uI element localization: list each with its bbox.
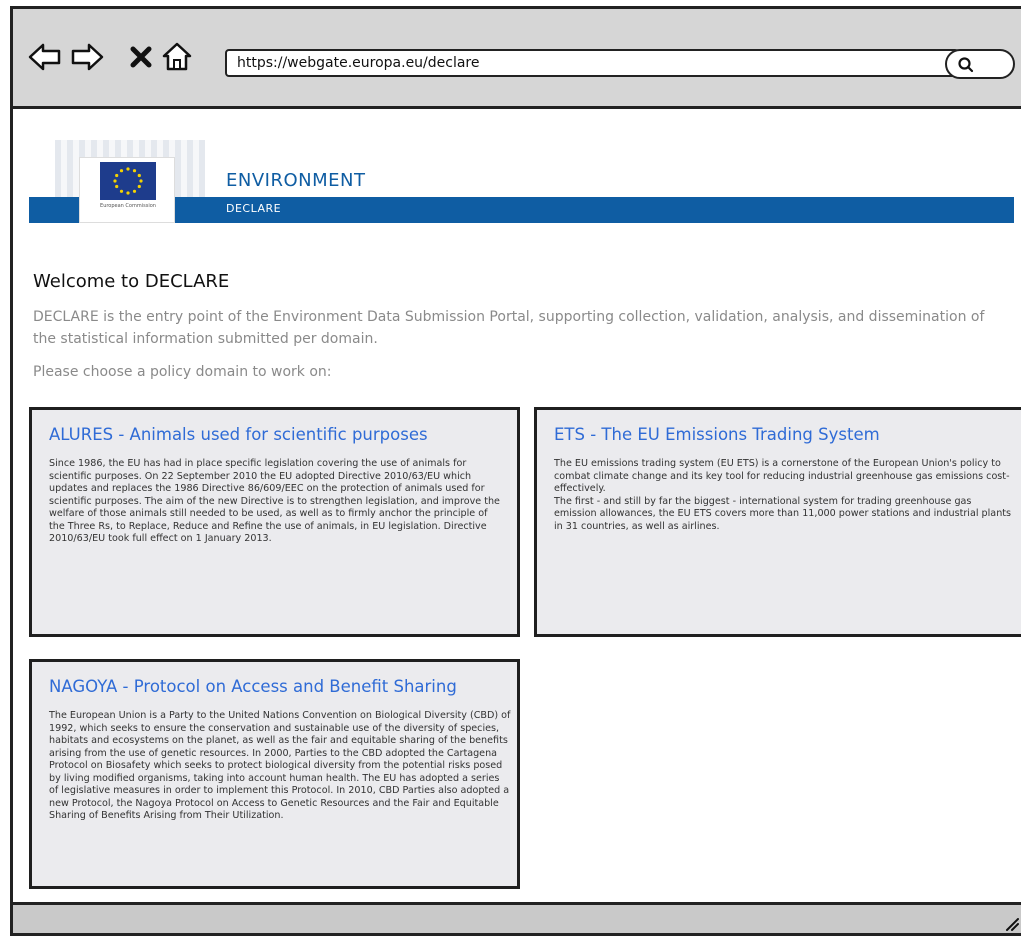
intro-text: DECLARE is the entry point of the Enviro…: [33, 309, 985, 347]
browser-window: https://webgate.europa.eu/declare Europe…: [10, 6, 1021, 936]
stop-button[interactable]: [123, 39, 159, 75]
site-subtitle[interactable]: DECLARE: [226, 202, 281, 215]
home-button[interactable]: [159, 39, 195, 75]
back-arrow-icon: [28, 43, 61, 71]
forward-arrow-icon: [71, 43, 104, 71]
choose-domain-prompt: Please choose a policy domain to work on…: [33, 364, 332, 380]
page-title: Welcome to DECLARE: [33, 271, 230, 292]
search-button[interactable]: [945, 49, 1015, 79]
url-input[interactable]: https://webgate.europa.eu/declare: [225, 49, 959, 77]
domain-card-ets[interactable]: ETS - The EU Emissions Trading System Th…: [534, 407, 1021, 637]
domain-card-alures[interactable]: ALURES - Animals used for scientific pur…: [29, 407, 520, 637]
domain-description: The European Union is a Party to the Uni…: [49, 710, 511, 821]
home-icon: [162, 42, 192, 71]
site-banner: European Commission ENVIRONMENT DECLARE: [29, 136, 1014, 228]
domain-title[interactable]: ALURES - Animals used for scientific pur…: [49, 425, 428, 444]
domain-title[interactable]: NAGOYA - Protocol on Access and Benefit …: [49, 677, 457, 696]
logo-text: European Commission: [100, 203, 156, 209]
resize-grip-icon[interactable]: [1003, 915, 1019, 931]
domain-description: Since 1986, the EU has had in place spec…: [49, 458, 500, 544]
browser-toolbar: https://webgate.europa.eu/declare: [13, 9, 1021, 109]
domain-description: The EU emissions trading system (EU ETS)…: [554, 458, 1012, 532]
site-title: ENVIRONMENT: [226, 170, 366, 191]
search-icon: [958, 57, 974, 73]
forward-button[interactable]: [69, 39, 105, 75]
status-bar: [13, 902, 1021, 933]
banner-stripe: [29, 197, 1014, 223]
eu-flag-icon: [100, 162, 156, 200]
domain-card-nagoya[interactable]: NAGOYA - Protocol on Access and Benefit …: [29, 659, 520, 889]
back-button[interactable]: [27, 39, 63, 75]
european-commission-logo[interactable]: European Commission: [79, 157, 175, 223]
domain-title[interactable]: ETS - The EU Emissions Trading System: [554, 425, 880, 444]
close-icon: [130, 46, 152, 68]
